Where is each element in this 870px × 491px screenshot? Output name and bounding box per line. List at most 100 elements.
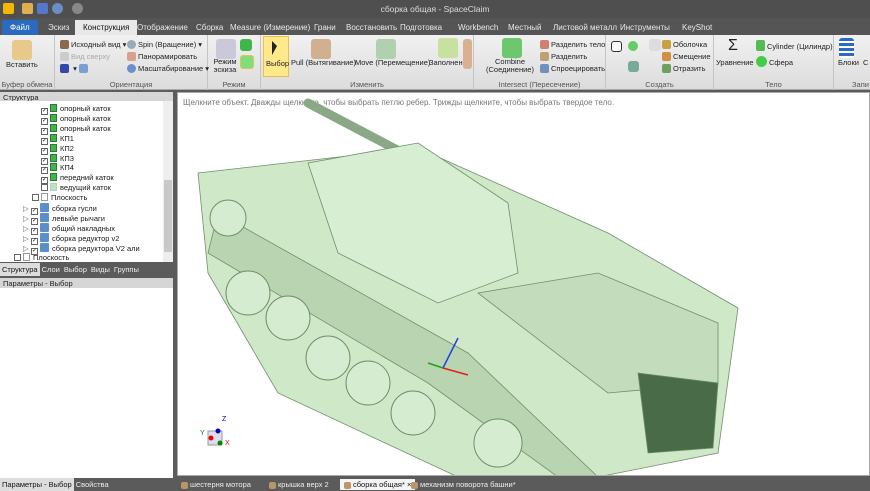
view-cube-button[interactable]: ▾ [60, 64, 90, 73]
visibility-checkbox[interactable] [32, 194, 39, 202]
tree-item[interactable]: ✓ КП2 [41, 143, 74, 155]
pattern-icon[interactable] [649, 39, 661, 51]
tab-3[interactable]: Отображение [129, 20, 196, 35]
zoom-button[interactable]: Масштабирование ▾ [127, 64, 209, 73]
tree-item[interactable]: ✓ КП3 [41, 153, 74, 165]
document-tab-label: шестерня мотора [190, 480, 251, 489]
sphere-button[interactable]: Сфера [756, 56, 793, 67]
tree-item[interactable]: ✓ КП1 [41, 133, 74, 145]
view-icon [78, 64, 88, 73]
tree-item-label: КП4 [60, 163, 74, 173]
tab-5[interactable]: Measure (Измерение) [222, 20, 318, 35]
blocks-button[interactable]: Блоки [838, 58, 859, 67]
home-view-button[interactable]: Исходный вид ▾ [60, 40, 126, 49]
move-button[interactable]: Move (Перемещение) [355, 58, 430, 67]
expand-icon[interactable]: ▷ [23, 244, 29, 253]
offset-icon [662, 52, 671, 61]
scrollbar-thumb[interactable] [164, 180, 172, 252]
pan-icon [127, 52, 136, 61]
tree-item[interactable]: ▷ ✓ сборка гусли [23, 203, 97, 215]
visibility-checkbox[interactable] [41, 184, 48, 192]
expand-icon[interactable]: ▷ [23, 204, 29, 213]
visibility-checkbox[interactable] [14, 253, 21, 261]
tab-0[interactable]: Файл [2, 20, 38, 35]
tree-item-label: левыйе рычаги [52, 213, 105, 223]
tree-item[interactable]: ▷ ✓ сборка редуктора V2 али [23, 242, 140, 255]
view-triad: Z X Y [200, 416, 230, 447]
document-icon [344, 482, 351, 489]
point-icon[interactable] [628, 41, 638, 51]
document-tab[interactable]: шестерня мотора [177, 479, 255, 490]
panel-tab[interactable]: Свойства [74, 478, 111, 491]
shell-button[interactable]: Оболочка [662, 40, 707, 49]
section-mode-icon[interactable] [240, 39, 252, 51]
combine-button[interactable]: Combine (Соединение) [484, 58, 536, 74]
ribbon: Вставить Буфер обмена Исходный вид ▾ Вид… [0, 35, 870, 90]
sketch-mode-button[interactable]: Режим эскиза [212, 58, 238, 74]
tree-item[interactable]: ✓ передний каток [41, 173, 114, 185]
edit-tools-icon[interactable] [463, 39, 472, 69]
document-tab[interactable]: механизм поворота башни* [407, 479, 520, 490]
tree-item[interactable]: ✓ опорный каток [41, 113, 111, 125]
group-edit: Выбор Pull (Вытягивание) Move (Перемещен… [261, 35, 474, 90]
document-tab[interactable]: сборка общая* × [340, 479, 416, 490]
split-button[interactable]: Разделить [540, 52, 587, 61]
panel-tab[interactable]: Структура [0, 263, 40, 276]
pull-button[interactable]: Pull (Вытягивание) [291, 58, 356, 67]
tab-8[interactable]: Подготовка [392, 20, 450, 35]
select-button[interactable]: Выбор [263, 36, 289, 77]
tree-item[interactable]: ведущий каток [41, 183, 111, 193]
select-label: Выбор [266, 59, 290, 68]
tree-item[interactable]: Плоскость [32, 193, 87, 203]
document-tab[interactable]: крышка верх 2 [265, 479, 333, 490]
equation-button[interactable]: Уравнение [716, 58, 754, 67]
expand-icon[interactable]: ▷ [23, 234, 29, 243]
paste-icon [12, 40, 32, 60]
cylinder-button[interactable]: Cylinder (Цилиндр) [756, 40, 833, 51]
pan-button[interactable]: Панорамировать [127, 52, 197, 61]
panel-tab[interactable]: Параметры - Выбор [0, 478, 74, 491]
tab-10[interactable]: Местный [500, 20, 550, 35]
offset-button[interactable]: Смещение [662, 52, 711, 61]
tab-9[interactable]: Workbench [450, 20, 506, 35]
tab-13[interactable]: KeyShot [674, 20, 720, 35]
assembly-icon [40, 222, 49, 232]
rear-grille [637, 372, 719, 454]
ribbon-tabs: Файл Эскиз Конструкция Отображение Сборка Mea… [0, 18, 870, 35]
more-button[interactable]: С [863, 58, 868, 67]
tree-item[interactable]: Плоскость [14, 252, 69, 263]
part-icon [50, 133, 57, 142]
tab-1[interactable]: Эскиз [40, 20, 77, 35]
panel-tab[interactable]: Слои [40, 263, 62, 276]
plane-icon[interactable] [611, 41, 622, 52]
tree-item[interactable]: ✓ КП4 [41, 163, 74, 175]
part-icon [50, 104, 57, 112]
title-bar: сборка общая - SpaceClaim [0, 0, 870, 18]
part-icon [50, 143, 57, 152]
panel-tab[interactable]: Группы [112, 263, 141, 276]
split-body-button[interactable]: Разделить тело [540, 40, 605, 49]
part-icon [50, 123, 57, 132]
tank-model[interactable]: Z X Y [178, 93, 870, 476]
panel-tab[interactable]: Выбор [62, 263, 89, 276]
panel-tab[interactable]: Виды [89, 263, 112, 276]
paste-button[interactable]: Вставить [6, 60, 38, 69]
tab-12[interactable]: Инструменты [612, 20, 678, 35]
document-icon [181, 482, 188, 489]
3d-viewport[interactable]: Щелкните объект. Дважды щелкните, чтобы … [177, 92, 870, 476]
3d-mode-icon[interactable] [240, 55, 254, 69]
spin-button[interactable]: Spin (Вращение) ▾ [127, 40, 202, 49]
top-view-button[interactable]: Вид сверху [60, 52, 110, 61]
top-view-icon [60, 52, 69, 61]
tree-item[interactable]: ✓ опорный каток [41, 104, 111, 115]
group-mode: Режим эскиза Режим [208, 35, 261, 90]
expand-icon[interactable]: ▷ [23, 214, 29, 223]
mirror-button[interactable]: Отразить [662, 64, 706, 73]
expand-icon[interactable]: ▷ [23, 224, 29, 233]
tree-item[interactable]: ✓ опорный каток [41, 123, 111, 135]
project-button[interactable]: Спроецировать [540, 64, 605, 73]
tree-item[interactable]: ▷ ✓ сборка редуктор v2 [23, 232, 119, 245]
tree-item[interactable]: ▷ ✓ левыйе рычаги [23, 212, 105, 225]
tree-item[interactable]: ▷ ✓ общий накладных [23, 222, 115, 235]
axis-icon[interactable] [628, 61, 639, 72]
